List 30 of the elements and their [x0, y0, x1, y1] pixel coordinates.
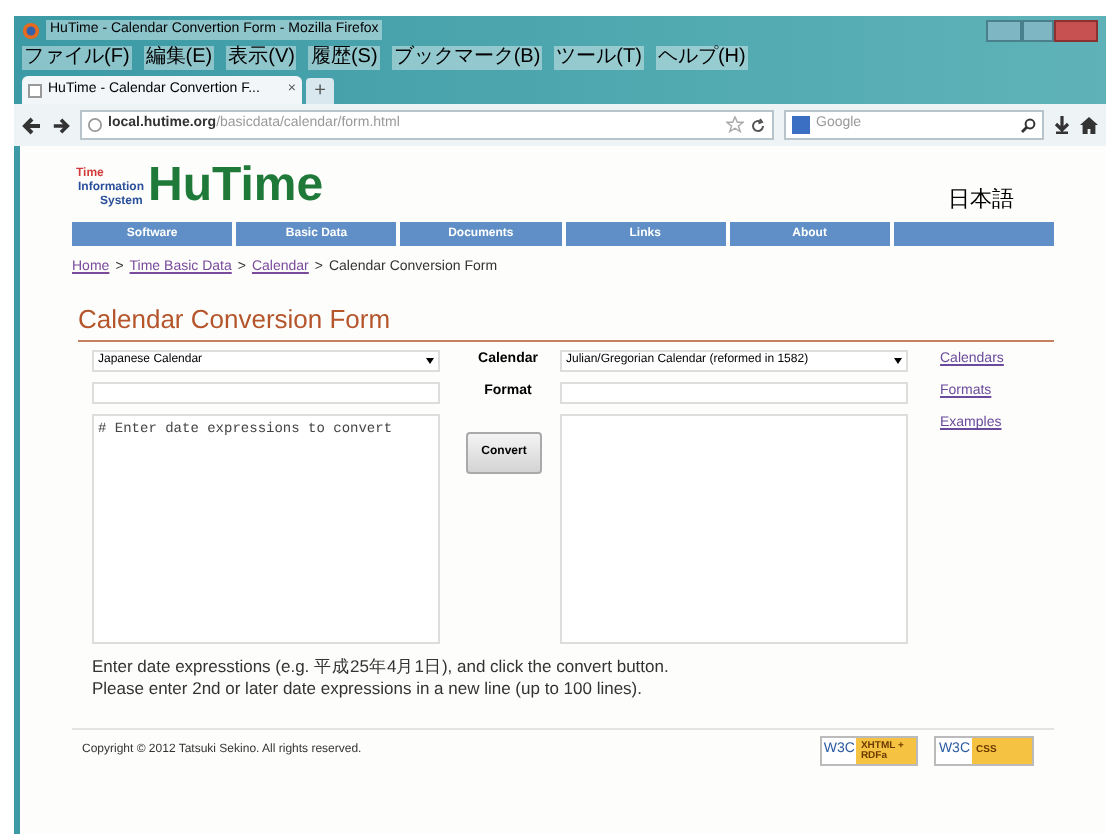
menu-item[interactable]: 履歴(S): [308, 46, 380, 70]
menu-item[interactable]: ヘルプ(H): [655, 46, 748, 70]
language-link[interactable]: 日本語: [948, 183, 1014, 216]
logo-text: HuTime: [148, 162, 324, 210]
instruction-text: Enter date expresstions (e.g. 平成25年4月1日), and click the convert button.: [92, 656, 671, 678]
search-icon[interactable]: [1020, 117, 1036, 133]
minimize-button[interactable]: [986, 19, 1022, 41]
download-icon[interactable]: [1054, 116, 1070, 134]
home-icon[interactable]: [1080, 116, 1098, 134]
new-tab-button[interactable]: +: [306, 78, 334, 104]
back-icon[interactable]: [22, 115, 42, 135]
close-button[interactable]: [1054, 19, 1098, 41]
page-heading: Calendar Conversion Form: [78, 299, 1054, 342]
menu-item[interactable]: ブックマーク(B): [391, 46, 543, 70]
dropdown-arrow-icon: [894, 358, 902, 364]
dropdown-arrow-icon: [426, 358, 434, 364]
forward-icon[interactable]: [52, 115, 70, 135]
firefox-icon: [22, 21, 40, 39]
instruction-text: Please enter 2nd or later date expressions in a new line (up to 100 lines).: [92, 678, 644, 700]
page-icon: [28, 83, 42, 97]
maximize-button[interactable]: [1022, 19, 1054, 41]
menu-item[interactable]: 表示(V): [226, 46, 297, 70]
source-format-field[interactable]: [92, 382, 440, 404]
star-icon[interactable]: [726, 116, 744, 134]
target-format-field[interactable]: [560, 382, 908, 404]
reload-icon[interactable]: [750, 117, 766, 133]
menu-item[interactable]: ファイル(F): [22, 46, 132, 70]
globe-icon: [88, 118, 102, 132]
menu-item[interactable]: ツール(T): [554, 46, 644, 70]
menu-item[interactable]: 編集(E): [143, 46, 215, 70]
